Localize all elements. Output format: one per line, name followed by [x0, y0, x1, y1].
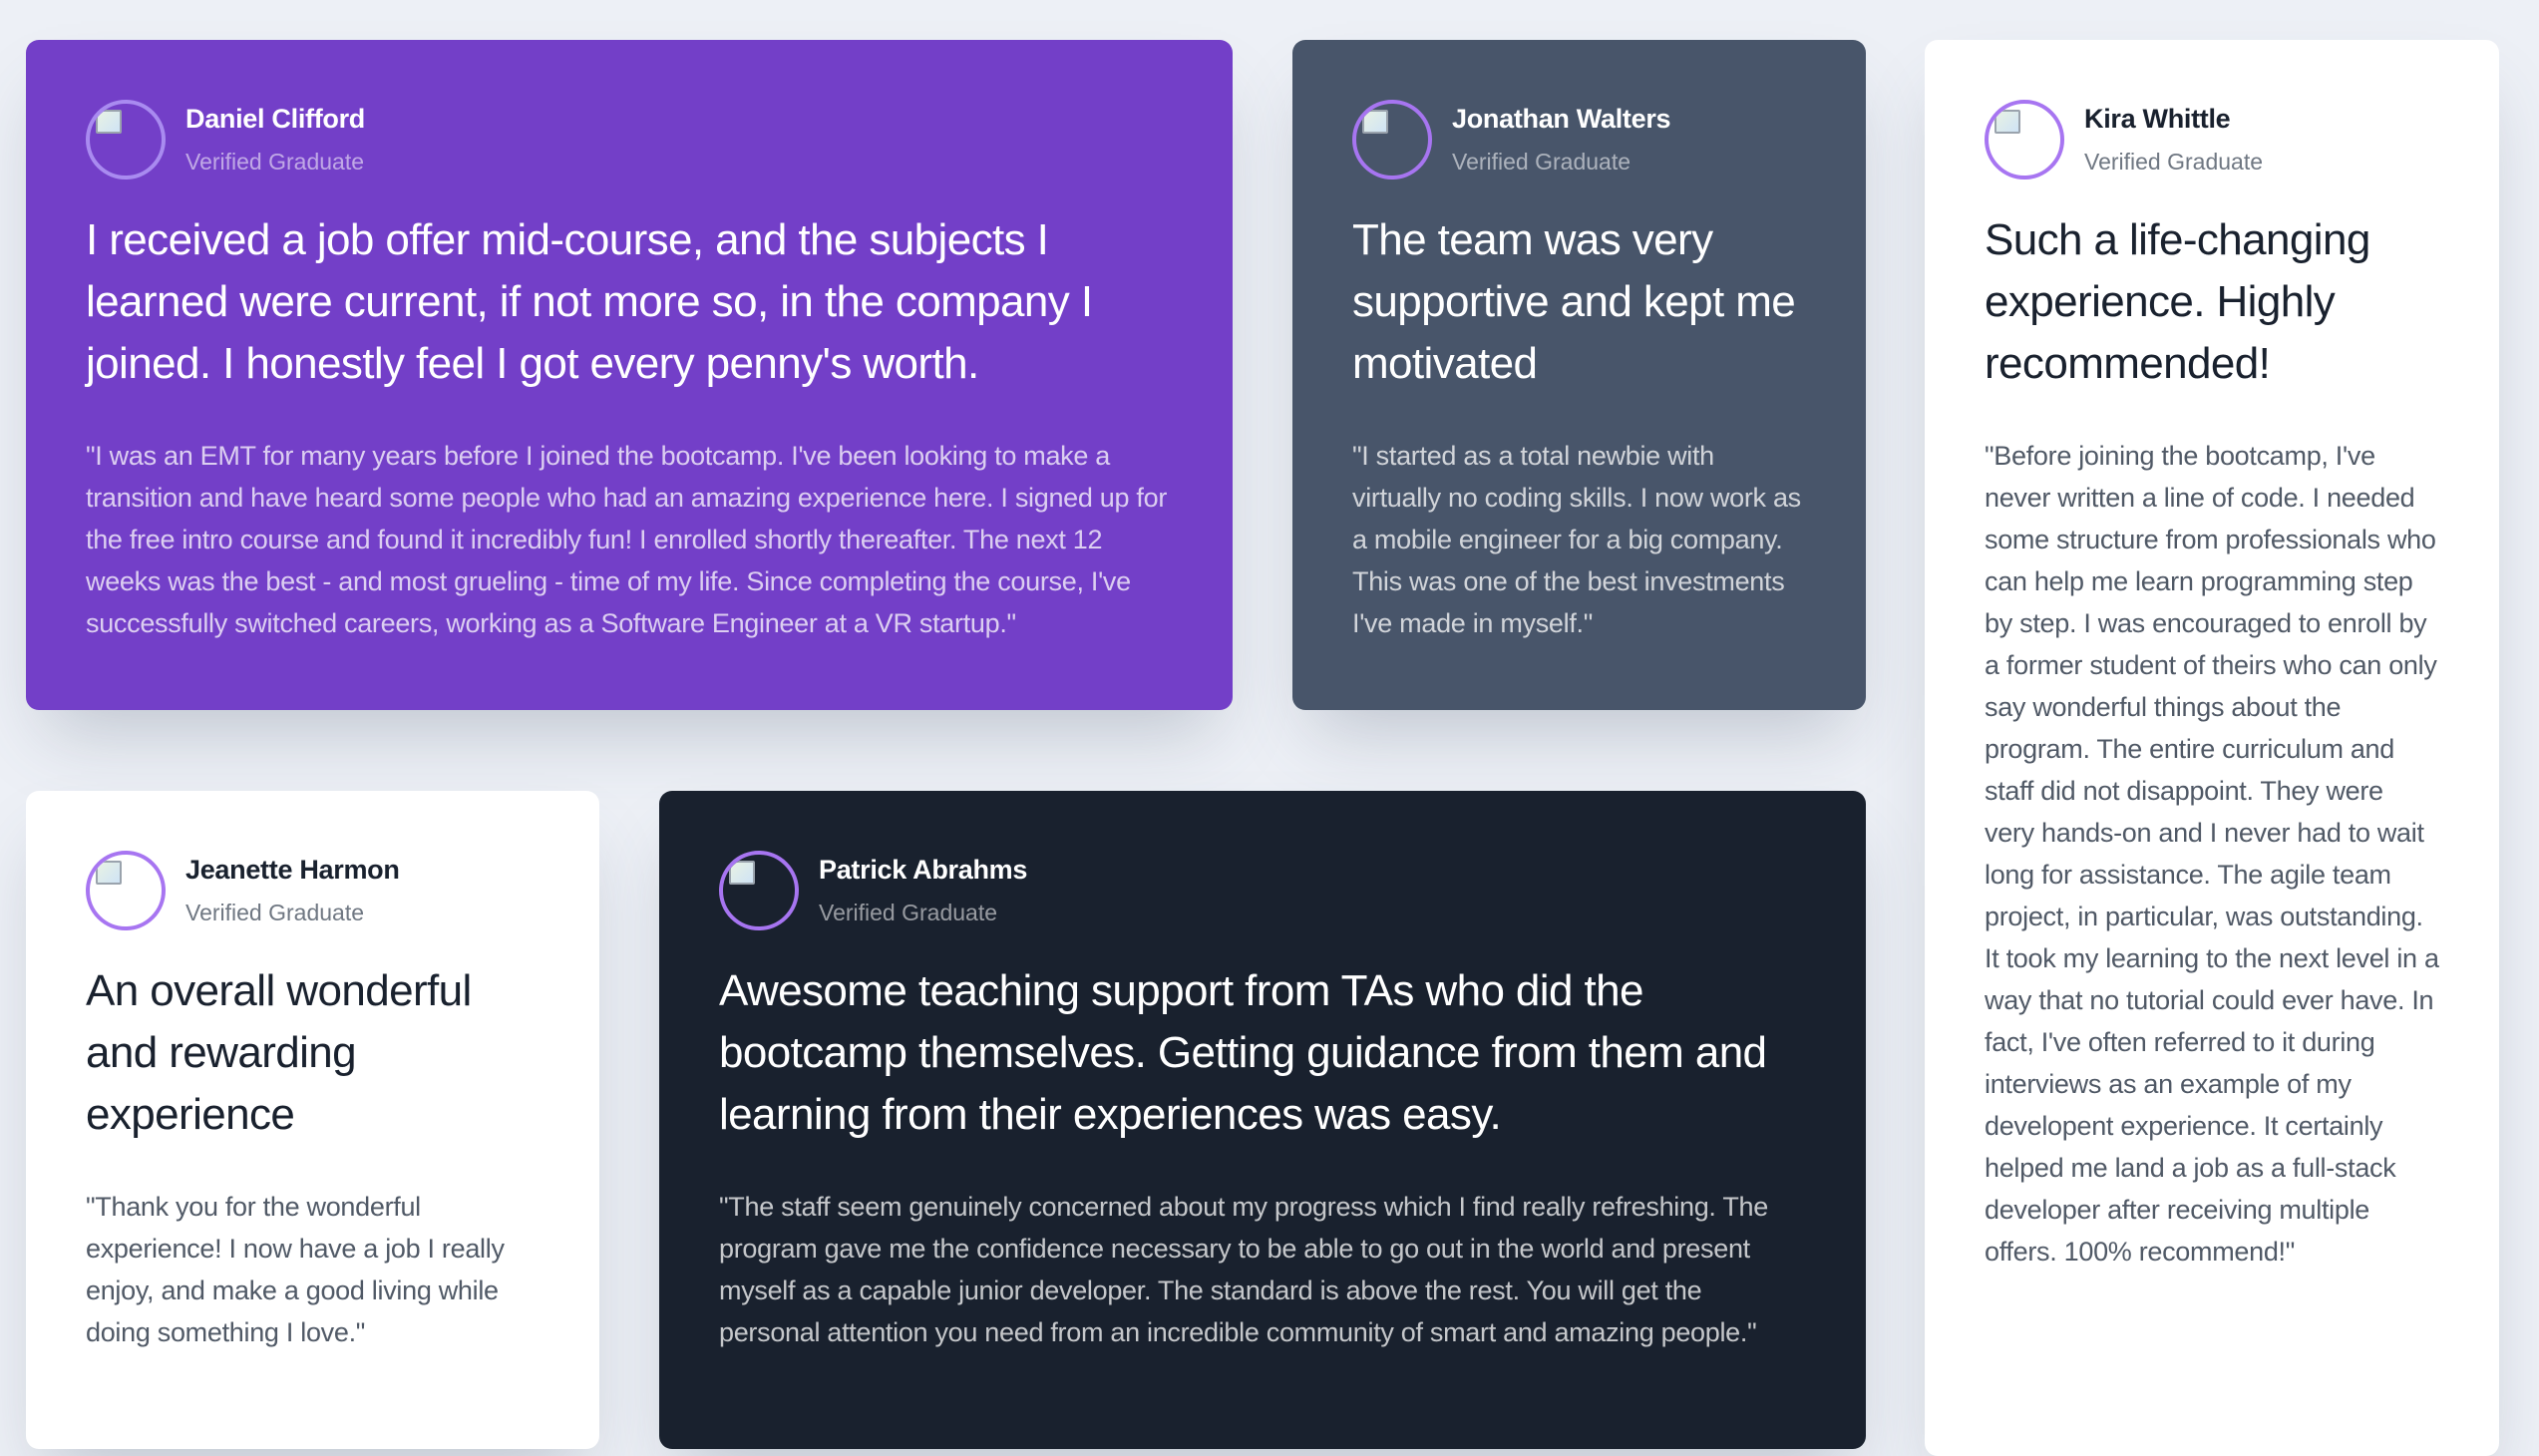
- author-status: Verified Graduate: [2084, 149, 2264, 175]
- author-info: Kira Whittle Verified Graduate: [2084, 102, 2263, 178]
- broken-image-icon: [1362, 110, 1388, 134]
- testimonial-headline: I received a job offer mid-course, and t…: [86, 215, 1093, 388]
- testimonial-quote: "Before joining the bootcamp, I've never…: [1985, 441, 2439, 1267]
- author-info: Daniel Clifford Verified Graduate: [185, 102, 365, 178]
- avatar: [1985, 100, 2064, 180]
- broken-image-icon: [96, 861, 122, 885]
- testimonial-author: Jonathan Walters Verified Graduate: [1352, 100, 1806, 180]
- broken-image-icon: [729, 861, 755, 885]
- testimonial-quote: "I was an EMT for many years before I jo…: [86, 441, 1168, 638]
- testimonial-card-daniel: Daniel Clifford Verified Graduate I rece…: [26, 40, 1233, 710]
- author-status: Verified Graduate: [819, 900, 998, 925]
- author-name: Kira Whittle: [2084, 104, 2231, 134]
- avatar: [1352, 100, 1432, 180]
- author-name: Patrick Abrahms: [819, 855, 1028, 885]
- broken-image-icon: [1995, 110, 2020, 134]
- testimonial-author: Daniel Clifford Verified Graduate: [86, 100, 1173, 180]
- avatar: [719, 851, 799, 930]
- testimonial-author: Patrick Abrahms Verified Graduate: [719, 851, 1806, 930]
- testimonial-quote: "The staff seem genuinely concerned abou…: [719, 1192, 1768, 1347]
- testimonial-card-kira: Kira Whittle Verified Graduate Such a li…: [1925, 40, 2499, 1456]
- testimonial-headline: Such a life-changing experience. Highly …: [1985, 215, 2370, 388]
- author-status: Verified Graduate: [185, 900, 365, 925]
- author-name: Jonathan Walters: [1452, 104, 1671, 134]
- testimonial-quote: "I started as a total newbie with virtua…: [1352, 441, 1801, 638]
- avatar: [86, 851, 166, 930]
- author-name: Daniel Clifford: [185, 104, 366, 134]
- testimonial-card-jonathan: Jonathan Walters Verified Graduate The t…: [1292, 40, 1866, 710]
- author-status: Verified Graduate: [185, 149, 365, 175]
- testimonial-headline: The team was very supportive and kept me…: [1352, 215, 1796, 388]
- author-name: Jeanette Harmon: [185, 855, 400, 885]
- testimonial-card-patrick: Patrick Abrahms Verified Graduate Awesom…: [659, 791, 1866, 1449]
- testimonial-quote: "Thank you for the wonderful experience!…: [86, 1192, 505, 1347]
- author-info: Jeanette Harmon Verified Graduate: [185, 853, 400, 928]
- author-status: Verified Graduate: [1452, 149, 1632, 175]
- testimonial-headline: An overall wonderful and rewarding exper…: [86, 966, 472, 1139]
- author-info: Jonathan Walters Verified Graduate: [1452, 102, 1671, 178]
- testimonial-card-jeanette: Jeanette Harmon Verified Graduate An ove…: [26, 791, 599, 1449]
- broken-image-icon: [96, 110, 122, 134]
- avatar: [86, 100, 166, 180]
- testimonial-author: Jeanette Harmon Verified Graduate: [86, 851, 540, 930]
- author-info: Patrick Abrahms Verified Graduate: [819, 853, 1027, 928]
- testimonial-headline: Awesome teaching support from TAs who di…: [719, 966, 1767, 1139]
- testimonial-author: Kira Whittle Verified Graduate: [1985, 100, 2439, 180]
